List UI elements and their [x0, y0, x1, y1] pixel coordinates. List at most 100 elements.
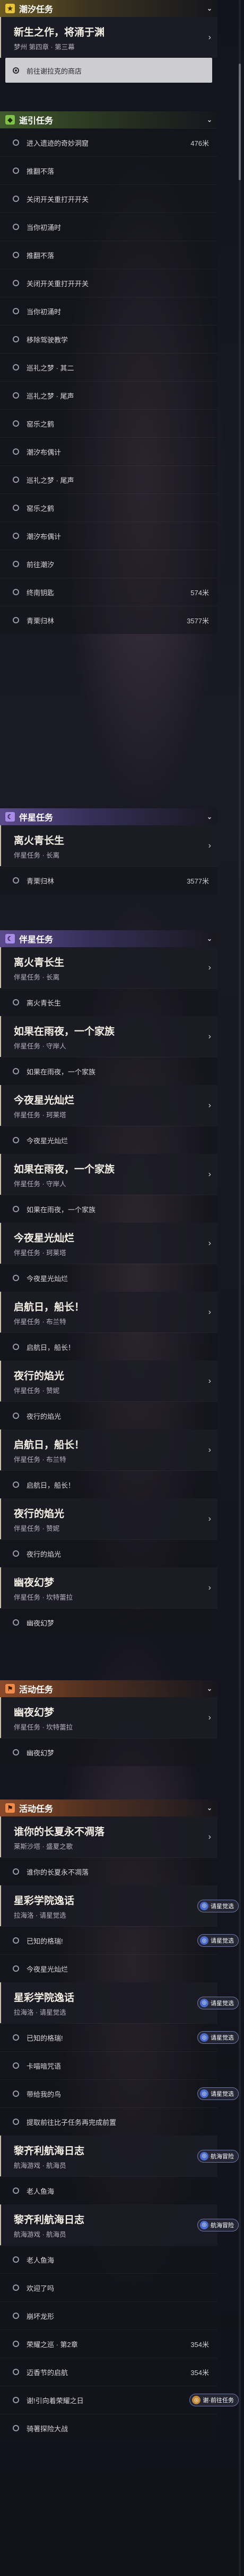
chevron-right-icon[interactable]: ›	[208, 963, 211, 973]
quest-badge[interactable]: ◎ 请星觉选	[197, 1996, 239, 2009]
quest-step[interactable]: 推翻不落	[0, 241, 217, 269]
quest-step[interactable]: 今夜星光灿烂	[0, 1126, 217, 1154]
scrollbar-track[interactable]	[239, 0, 241, 2576]
quest-step[interactable]: 带给我的鸟 ◎ 请星觉选	[0, 2079, 239, 2107]
chevron-right-icon[interactable]: ›	[208, 1032, 211, 1042]
chevron-right-icon[interactable]: ›	[208, 1239, 211, 1248]
chevron-down-icon[interactable]: ⌄	[207, 813, 212, 821]
chevron-right-icon[interactable]: ›	[208, 1377, 211, 1386]
quest-title-card[interactable]: 星彩学院逸话拉海洛 · 请星觉选›◎请星觉选	[0, 1885, 239, 1926]
section-header[interactable]: ☾ 伴星任务 ⌄	[0, 808, 217, 825]
quest-title-card[interactable]: 黎齐利航海日志航海游戏 · 航海员›◎航海冒险	[0, 2204, 239, 2245]
chevron-right-icon[interactable]: ›	[208, 1832, 211, 1842]
quest-step[interactable]: 启航日，船长！	[0, 1333, 217, 1361]
quest-step[interactable]: 终南钥匙 574米	[0, 578, 217, 606]
quest-step[interactable]: 关闭开关重打开开关	[0, 269, 217, 297]
quest-badge[interactable]: ◎ 航海冒险	[197, 2149, 239, 2163]
quest-title-card[interactable]: 离火青长生 伴星任务 · 长离 ›	[0, 825, 217, 866]
scrollbar-thumb[interactable]	[239, 64, 241, 180]
quest-badge[interactable]: ◎ 请星觉选	[197, 1899, 239, 1912]
quest-step[interactable]: 巡礼之梦 · 尾声	[0, 465, 217, 493]
quest-step[interactable]: 幽夜幻梦	[0, 1608, 217, 1636]
step-badge[interactable]: ◎ 请星觉选	[197, 2087, 239, 2100]
chevron-down-icon[interactable]: ⌄	[207, 116, 212, 123]
quest-step[interactable]: 巡礼之梦 · 其二	[0, 353, 217, 381]
quest-title-card[interactable]: 如果在雨夜，一个家族 伴星任务 · 守岸人 ›	[0, 1016, 217, 1057]
quest-step[interactable]: 启航日，船长！	[0, 1470, 217, 1498]
quest-step[interactable]: 青栗归林 3577米	[0, 866, 217, 894]
chevron-right-icon[interactable]: ›	[208, 1713, 211, 1723]
quest-step[interactable]: 骑著探险大战	[0, 2414, 217, 2442]
quest-step[interactable]: 前往潮汐	[0, 550, 217, 578]
chevron-down-icon[interactable]: ⌄	[207, 1685, 212, 1692]
quest-step[interactable]: 移除驾驶教学	[0, 325, 217, 353]
chevron-right-icon[interactable]: ›	[208, 1445, 211, 1455]
quest-step[interactable]: 老人鱼海	[0, 2176, 217, 2204]
quest-title-card[interactable]: 夜行的焰光 伴星任务 · 赞妮 ›	[0, 1498, 217, 1539]
chevron-right-icon[interactable]: ›	[208, 1308, 211, 1317]
quest-step[interactable]: 窑乐之鹤	[0, 409, 217, 437]
quest-step[interactable]: 提取前往比子任务再完成前置	[0, 2107, 217, 2136]
quest-step[interactable]: 老人鱼海	[0, 2245, 217, 2273]
quest-title-card[interactable]: 离火青长生 伴星任务 · 长离 ›	[0, 947, 217, 988]
quest-step[interactable]: 潮汐布偶计	[0, 522, 217, 550]
chevron-down-icon[interactable]: ⌄	[207, 1804, 212, 1812]
quest-title-card[interactable]: 启航日，船长！ 伴星任务 · 布兰特 ›	[0, 1430, 217, 1470]
quest-title-card[interactable]: 新生之作，将涌于渊 梦州 第四章 · 第三幕 ›	[0, 17, 217, 58]
quest-title-card[interactable]: 星彩学院逸话拉海洛 · 请星觉选›◎请星觉选	[0, 1982, 239, 2023]
quest-step[interactable]: 崩坏龙形	[0, 2301, 217, 2330]
chevron-right-icon[interactable]: ›	[208, 1583, 211, 1593]
quest-step[interactable]: 潮汐布偶计	[0, 437, 217, 465]
section-header[interactable]: ☾ 伴星任务 ⌄	[0, 930, 217, 947]
quest-title-card[interactable]: 今夜星光灿烂 伴星任务 · 珂莱塔 ›	[0, 1085, 217, 1126]
quest-step[interactable]: 谢!引向着荣耀之日 ◎ 谢·前往任务	[0, 2386, 239, 2414]
quest-step[interactable]: 欢迎了吗	[0, 2273, 217, 2301]
quest-step[interactable]: 青栗归林 3577米	[0, 606, 217, 634]
section-header[interactable]: ⚑ 活动任务 ⌄	[0, 1799, 217, 1816]
quest-step[interactable]: 幽夜幻梦	[0, 1738, 217, 1766]
quest-title-card[interactable]: 今夜星光灿烂 伴星任务 · 珂莱塔 ›	[0, 1223, 217, 1264]
quest-step[interactable]: 谁你的长夏永不凋落	[0, 1857, 217, 1885]
step-badge[interactable]: ◎ 谢·前往任务	[189, 2394, 239, 2406]
quest-step[interactable]: 荣耀之巡 · 第2章 354米	[0, 2330, 217, 2358]
quest-step[interactable]: 夜行的焰光	[0, 1539, 217, 1567]
quest-step[interactable]: 窑乐之鹤	[0, 493, 217, 522]
quest-title-card[interactable]: 黎齐利航海日志航海游戏 · 航海员›◎航海冒险	[0, 2136, 239, 2176]
quest-step[interactable]: 已知的格瑞! ◎ 请星觉选	[0, 1926, 239, 1954]
chevron-right-icon[interactable]: ›	[208, 1170, 211, 1179]
quest-step[interactable]: 前往谢拉克的商店	[5, 58, 212, 83]
quest-step[interactable]: 卡喵暗咒语	[0, 2051, 217, 2079]
quest-step[interactable]: 巡礼之梦 · 尾声	[0, 381, 217, 409]
quest-title-card[interactable]: 谁你的长夏永不凋落 莱斯沙塔 · 盛夏之歌 ›	[0, 1816, 217, 1857]
quest-title-card[interactable]: 夜行的焰光 伴星任务 · 赞妮 ›	[0, 1361, 217, 1401]
quest-step[interactable]: 推翻不落	[0, 156, 217, 184]
quest-step[interactable]: 已知的格瑞! ◎ 请星觉选	[0, 2023, 239, 2051]
quest-title-card[interactable]: 幽夜幻梦 伴星任务 · 坎特蕾拉 ›	[0, 1697, 217, 1738]
quest-step[interactable]: 今夜星光灿烂	[0, 1954, 217, 1982]
chevron-right-icon[interactable]: ›	[208, 1101, 211, 1110]
chevron-right-icon[interactable]: ›	[208, 33, 211, 42]
chevron-right-icon[interactable]: ›	[208, 1514, 211, 1524]
quest-step[interactable]: 关闭开关重打开开关	[0, 184, 217, 213]
quest-title-card[interactable]: 启航日，船长！ 伴星任务 · 布兰特 ›	[0, 1292, 217, 1333]
quest-step[interactable]: 迈香节的启航 354米	[0, 2358, 217, 2386]
chevron-right-icon[interactable]: ›	[208, 841, 211, 851]
quest-step[interactable]: 进入遗迹的奇妙洞窟 476米	[0, 128, 217, 156]
quest-title-card[interactable]: 如果在雨夜，一个家族 伴星任务 · 守岸人 ›	[0, 1154, 217, 1195]
quest-step[interactable]: 夜行的焰光	[0, 1401, 217, 1430]
step-badge[interactable]: ◎ 请星觉选	[197, 2031, 239, 2044]
chevron-down-icon[interactable]: ⌄	[207, 935, 212, 942]
quest-title-card[interactable]: 幽夜幻梦 伴星任务 · 坎特蕾拉 ›	[0, 1567, 217, 1608]
quest-step[interactable]: 离火青长生	[0, 988, 217, 1016]
quest-step[interactable]: 如果在雨夜，一个家族	[0, 1057, 217, 1085]
quest-step[interactable]: 如果在雨夜，一个家族	[0, 1195, 217, 1223]
quest-badge[interactable]: ◎ 航海冒险	[197, 2218, 239, 2231]
step-badge[interactable]: ◎ 请星觉选	[197, 1934, 239, 1947]
section-header[interactable]: ◆ 逝引任务 ⌄	[0, 111, 217, 128]
chevron-down-icon[interactable]: ⌄	[207, 5, 212, 12]
section-header[interactable]: ★ 潮汐任务 ⌄	[0, 0, 217, 17]
section-header[interactable]: ⚑ 活动任务 ⌄	[0, 1680, 217, 1697]
quest-step[interactable]: 今夜星光灿烂	[0, 1264, 217, 1292]
quest-step[interactable]: 当你初涌时	[0, 213, 217, 241]
quest-step[interactable]: 当你初涌时	[0, 297, 217, 325]
